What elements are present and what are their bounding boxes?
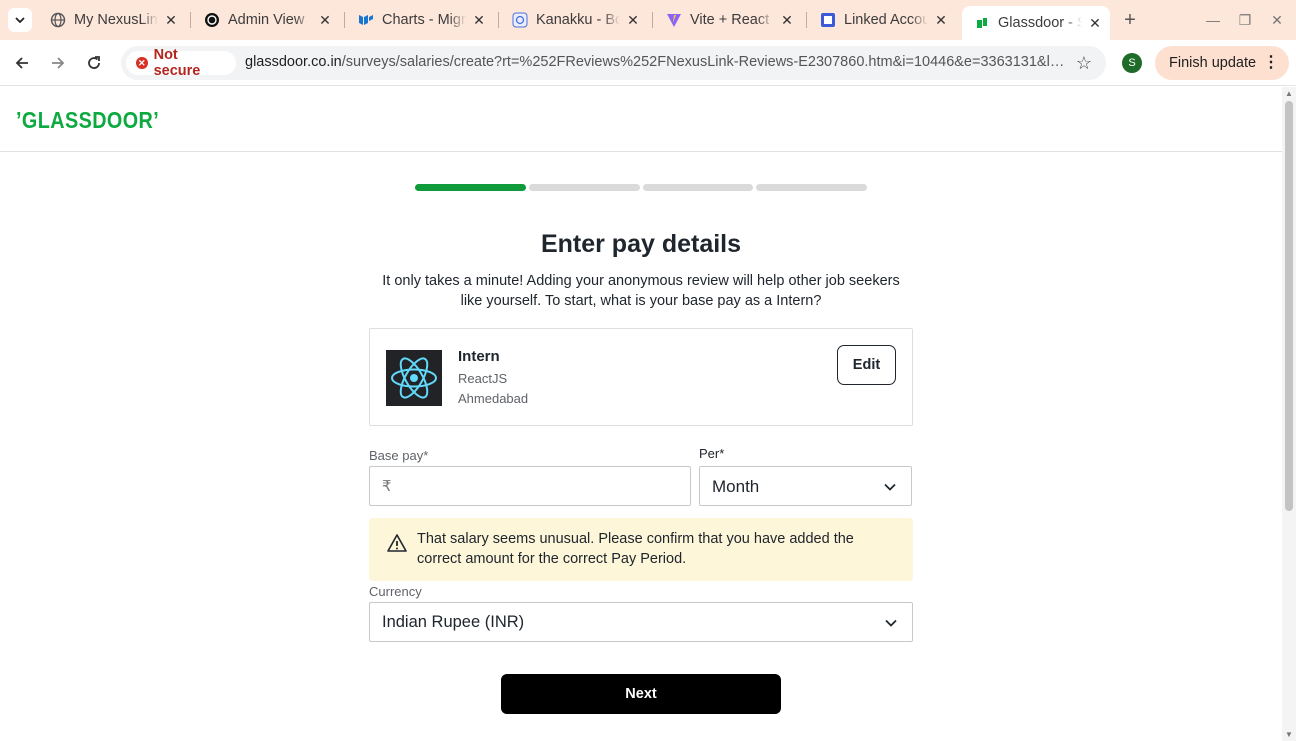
glassdoor-logo[interactable]: ’GLASSDOOR’ (16, 107, 159, 134)
tab-title: Glassdoor - Salaries (998, 15, 1082, 31)
close-icon[interactable]: ✕ (162, 11, 180, 29)
page-title: Enter pay details (540, 230, 742, 258)
scroll-down-icon[interactable]: ▼ (1285, 730, 1293, 739)
chevron-down-icon (885, 619, 897, 627)
close-icon[interactable]: ✕ (778, 11, 796, 29)
job-location: Ahmedabad (458, 391, 529, 406)
progress-bar (415, 184, 867, 192)
back-button[interactable] (10, 51, 34, 75)
intro-line: like yourself. To start, what is your ba… (460, 293, 822, 309)
mui-icon (358, 12, 374, 28)
warning-triangle-icon (387, 534, 407, 552)
warning-circle-icon: ✕ (136, 57, 148, 69)
job-skill: ReactJS (458, 371, 508, 386)
currency-select[interactable]: Indian Rupee (INR) (369, 602, 913, 642)
currency-symbol: ₹ (382, 478, 392, 495)
job-title: Intern (458, 348, 500, 365)
address-bar[interactable]: ✕ Not secure glassdoor.co.in/surveys/sal… (121, 46, 1106, 80)
tab-title: Kanakku - Bootstrap (536, 12, 620, 28)
close-icon[interactable]: ✕ (470, 11, 488, 29)
per-label: Per* (699, 446, 725, 461)
progress-step-complete (415, 184, 526, 191)
page-scrollbar[interactable]: ▲ ▼ (1282, 87, 1296, 741)
glassdoor-icon (974, 15, 990, 31)
new-tab-button[interactable]: + (1120, 10, 1140, 30)
close-icon[interactable]: ✕ (1086, 14, 1104, 32)
close-icon[interactable]: ✕ (624, 11, 642, 29)
browser-tab-bar: My NexusLink ✕ Admin View ✕ Charts - Mig… (0, 0, 1296, 40)
next-button[interactable]: Next (501, 674, 781, 714)
reload-button[interactable] (82, 51, 106, 75)
finish-update-button[interactable]: Finish update ⋮ (1155, 46, 1289, 80)
tab-title: Linked Accounts (844, 12, 928, 28)
forward-button[interactable] (46, 51, 70, 75)
linked-accounts-icon (820, 12, 836, 28)
tab-linked-accounts[interactable]: Linked Accounts ✕ (808, 6, 956, 34)
tab-charts[interactable]: Charts - Migrate ✕ (346, 6, 494, 34)
close-icon[interactable]: ✕ (932, 11, 950, 29)
intro-line: It only takes a minute! Adding your anon… (382, 273, 900, 289)
tab-admin-view[interactable]: Admin View ✕ (192, 6, 340, 34)
page-intro: It only takes a minute! Adding your anon… (370, 271, 912, 311)
base-pay-input[interactable]: ₹ (369, 466, 691, 506)
pay-period-value: Month (712, 477, 760, 496)
url-host: glassdoor.co.in (245, 54, 342, 70)
browser-toolbar: ✕ Not secure glassdoor.co.in/surveys/sal… (0, 40, 1296, 86)
salary-warning: That salary seems unusual. Please confir… (369, 518, 913, 581)
react-icon (386, 350, 442, 406)
globe-icon (50, 12, 66, 28)
tab-title: Vite + React (690, 12, 770, 28)
scroll-up-icon[interactable]: ▲ (1285, 89, 1293, 98)
warning-text: That salary seems unusual. Please confir… (417, 529, 887, 569)
base-pay-label: Base pay* (369, 448, 429, 463)
vite-icon (666, 12, 682, 28)
pay-period-select[interactable]: Month (699, 466, 912, 506)
currency-label: Currency (369, 584, 422, 599)
page-content: ’GLASSDOOR’ Enter pay details It only ta… (0, 87, 1282, 741)
arrow-left-icon (15, 57, 28, 69)
chevron-down-icon (15, 17, 25, 24)
window-close-icon[interactable]: ✕ (1267, 10, 1287, 30)
header-divider (0, 151, 1282, 152)
security-indicator[interactable]: ✕ Not secure (126, 47, 236, 79)
tab-glassdoor[interactable]: Glassdoor - Salaries ✕ (962, 6, 1110, 40)
tab-kanakku[interactable]: Kanakku - Bootstrap ✕ (500, 6, 648, 34)
more-menu-icon[interactable]: ⋮ (1263, 54, 1279, 72)
job-summary-card: Intern ReactJS Ahmedabad Edit (369, 328, 913, 426)
maximize-icon[interactable]: ❐ (1235, 10, 1255, 30)
reload-icon (88, 56, 100, 69)
security-label: Not secure (153, 47, 201, 79)
tab-vite-react[interactable]: Vite + React ✕ (654, 6, 802, 34)
url-path: /surveys/salaries/create?rt=%252FReviews… (341, 54, 1065, 70)
finish-update-label: Finish update (1169, 55, 1257, 71)
currency-value: Indian Rupee (INR) (382, 613, 525, 631)
warning-line: correct amount for the correct Pay Perio… (417, 551, 687, 567)
progress-step (528, 184, 640, 191)
progress-step (756, 184, 867, 191)
bookmark-star-icon[interactable]: ☆ (1076, 53, 1092, 73)
tab-title: Charts - Migrate (382, 12, 466, 28)
tab-separator (344, 12, 345, 28)
tab-separator (190, 12, 191, 28)
tab-search-button[interactable] (8, 8, 32, 32)
minimize-icon[interactable]: — (1203, 10, 1223, 30)
tab-title: My NexusLink (74, 12, 158, 28)
edit-job-button[interactable]: Edit (837, 345, 896, 385)
openai-icon (204, 12, 220, 28)
arrow-right-icon (52, 57, 65, 69)
tab-title: Admin View (228, 12, 305, 28)
tab-separator (498, 12, 499, 28)
kanakku-icon (512, 12, 528, 28)
tab-separator (652, 12, 653, 28)
tab-separator (806, 12, 807, 28)
close-icon[interactable]: ✕ (316, 11, 334, 29)
warning-line: That salary seems unusual. Please confir… (417, 531, 854, 547)
progress-step (642, 184, 754, 191)
scrollbar-thumb[interactable] (1285, 101, 1293, 511)
tab-my-nexuslink[interactable]: My NexusLink ✕ (38, 6, 186, 34)
chevron-down-icon (884, 483, 896, 491)
profile-avatar[interactable]: S (1122, 53, 1142, 73)
url-text[interactable]: glassdoor.co.in/surveys/salaries/create?… (245, 54, 1065, 70)
